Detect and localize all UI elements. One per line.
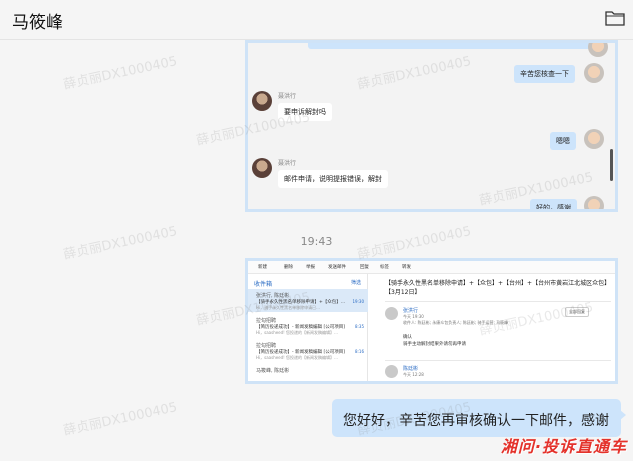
message-bubble: 邮件申请，说明提报错误，解封	[278, 170, 388, 188]
watermark: 薛贞丽DX1000405	[62, 54, 179, 93]
reply-all-button: 全部回复	[565, 307, 589, 317]
mail-subject: 【骑手永久性黑名单移除申请】+【众包】+【台州】+【台州市黄岩江北城区众包】【3…	[385, 280, 611, 296]
brand-watermark: 湘问·投诉直通车	[500, 437, 627, 456]
mail-list-pane: 收件箱 筛选 张洪行, 陈廷彬 【骑手永久性黑名单移除申请】+【众包】... H…	[248, 274, 368, 381]
avatar	[252, 158, 272, 178]
mail-list-item: 拉勾招聘 【简历投递成功】- 新闻发稿编辑 [公司项目] Hi，saasheed…	[256, 318, 364, 335]
folder-icon[interactable]	[605, 9, 625, 27]
sender-name: 聂洪行	[278, 160, 297, 167]
toolbar-delete: 删除	[284, 265, 293, 270]
message-bubble: 要申诉解封吗	[278, 103, 332, 121]
toolbar-tag: 标签	[380, 265, 389, 270]
mail-body-line: 确认	[403, 335, 412, 340]
toolbar-new: 新建	[258, 265, 267, 270]
mail-body-line: 骑手主动解封结果外请勿再申请	[403, 342, 466, 347]
avatar	[252, 91, 272, 111]
avatar	[588, 43, 608, 57]
avatar	[385, 307, 398, 320]
filter-link: 筛选	[350, 280, 361, 286]
sender-name: 张洪行	[403, 308, 419, 314]
scrollbar[interactable]	[610, 149, 613, 181]
mail-time: 今天 12:28	[403, 372, 424, 377]
message-bubble: 好的，感谢	[530, 199, 577, 209]
message-timestamp: 19:43	[300, 235, 333, 248]
sender-name: 陈廷彬	[403, 366, 419, 372]
chat-title: 马筱峰	[12, 13, 63, 33]
divider	[385, 360, 611, 361]
watermark: 薛贞丽DX1000405	[62, 400, 179, 439]
mail-toolbar: 新建 删除 举报 发送邮件 回复 标签 转发	[248, 261, 615, 274]
sender-name: 聂洪行	[278, 93, 297, 100]
mail-list-item: 张洪行, 陈廷彬 【骑手永久性黑名单移除申请】+【众包】... Hi，骑手永久性…	[248, 289, 368, 312]
email-screenshot-image[interactable]: 新建 删除 举报 发送邮件 回复 标签 转发 收件箱 筛选 张洪行, 陈廷彬 【…	[245, 258, 618, 384]
mail-list-item: 马筱峰, 陈廷彬	[256, 368, 290, 374]
mail-list-item: 拉勾招聘 【简历投递成功】- 新闻发稿编辑 [公司项目] Hi，saasheed…	[256, 343, 364, 360]
toolbar-send: 发送邮件	[328, 265, 346, 270]
avatar	[584, 196, 604, 209]
message-bubble: 辛苦您核查一下	[514, 65, 575, 83]
chat-screenshot-image[interactable]: 辛苦您核查一下 聂洪行 要申诉解封吗 嗯嗯 聂洪行 邮件申请，说明提报错误，解封…	[245, 40, 618, 212]
recipients: 收件人: 陈廷彬; 永康众包负责人; 陈廷彬; 骑手运营; 马筱峰	[403, 320, 509, 325]
avatar	[584, 129, 604, 149]
toolbar-reply: 回复	[360, 265, 369, 270]
bubble-tail	[620, 410, 626, 420]
outgoing-message-bubble[interactable]: 您好好，辛苦您再审核确认一下邮件，感谢	[332, 399, 621, 437]
toolbar-forward: 转发	[402, 265, 411, 270]
divider	[385, 301, 611, 302]
inbox-title: 收件箱	[254, 281, 273, 288]
clipped-bubble	[308, 43, 598, 49]
outgoing-message-text: 您好好，辛苦您再审核确认一下邮件，感谢	[343, 413, 609, 429]
message-bubble: 嗯嗯	[550, 132, 576, 150]
mail-reading-pane: 【骑手永久性黑名单移除申请】+【众包】+【台州】+【台州市黄岩江北城区众包】【3…	[369, 274, 615, 381]
chat-header: 马筱峰	[0, 0, 633, 40]
avatar	[584, 63, 604, 83]
toolbar-report: 举报	[306, 265, 315, 270]
avatar	[385, 365, 398, 378]
